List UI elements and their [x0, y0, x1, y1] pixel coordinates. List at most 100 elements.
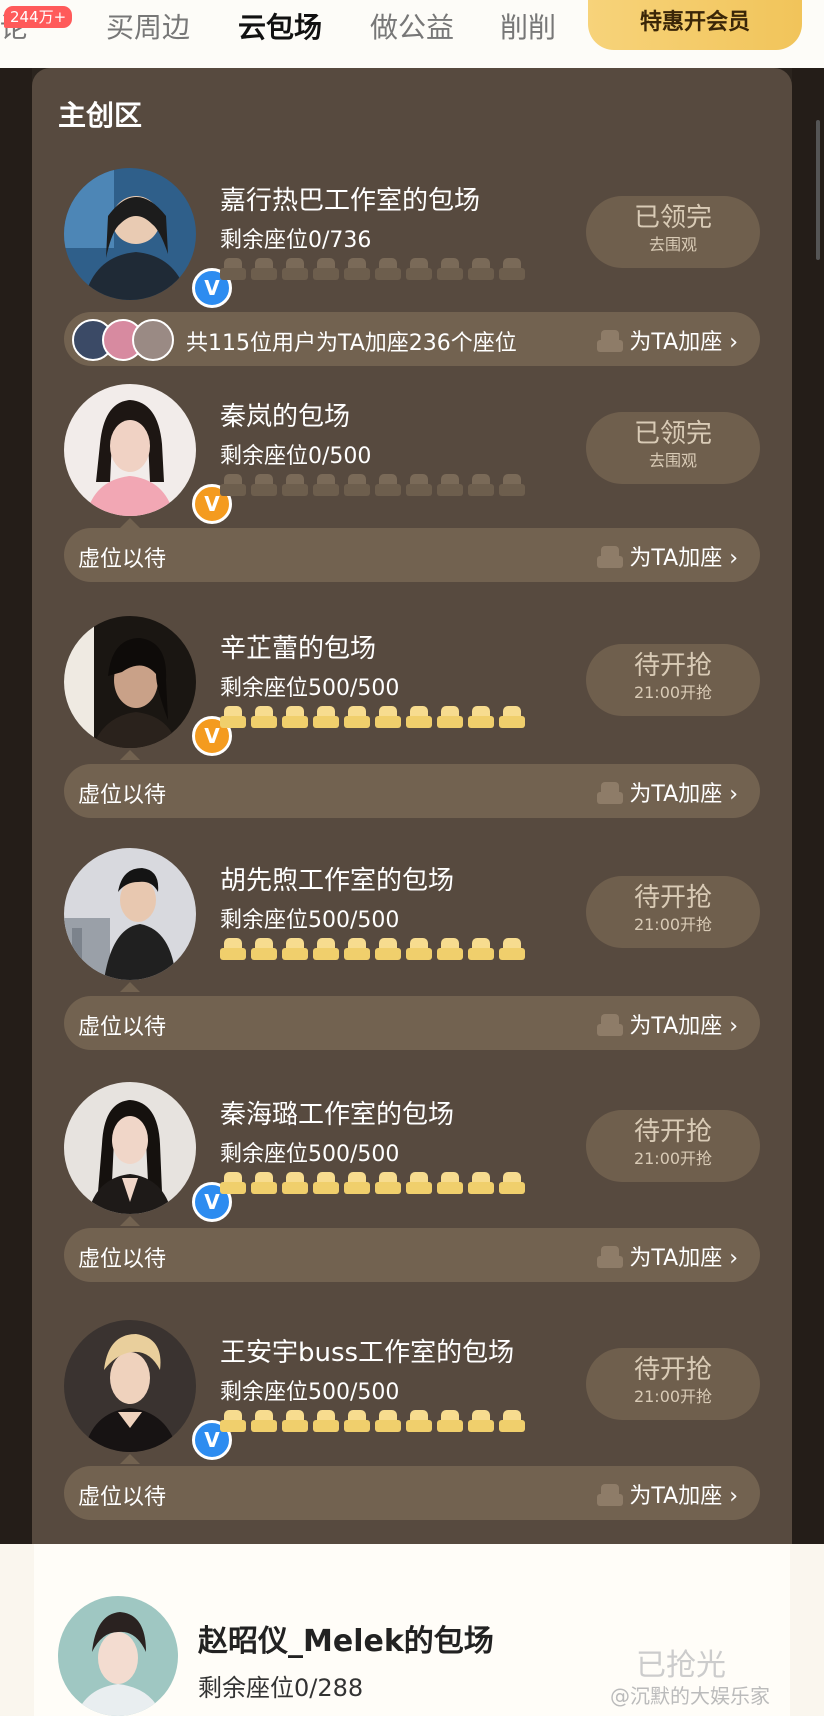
seat-icon — [375, 474, 401, 496]
seat-icon — [375, 938, 401, 960]
placeholder-text: 虚位以待 — [78, 783, 167, 808]
remaining-seats: 剩余座位500/500 — [220, 908, 400, 933]
seat-icon — [375, 706, 401, 728]
add-seat-bar[interactable]: 共115位用户为TA加座236个座位 为TA加座 › — [64, 312, 760, 366]
seat-icon — [344, 706, 370, 728]
seat-icon — [220, 1172, 246, 1194]
seat-icon — [344, 1172, 370, 1194]
seat-icon — [468, 258, 494, 280]
seat-icon — [468, 706, 494, 728]
seat-icon — [251, 474, 277, 496]
card-pointer — [120, 750, 140, 760]
seat-icon — [313, 1172, 339, 1194]
remaining-seats: 剩余座位500/500 — [220, 1380, 400, 1405]
tab-merch[interactable]: 买周边 — [106, 6, 190, 46]
seat-icon — [375, 258, 401, 280]
status-button[interactable]: 已领完 去围观 — [586, 412, 760, 484]
avatar[interactable] — [58, 1596, 178, 1716]
card-pointer — [120, 1216, 140, 1226]
screening-name: 秦岚的包场 — [220, 402, 351, 432]
sofa-icon — [597, 1484, 624, 1506]
screening-name: 王安宇buss工作室的包场 — [220, 1338, 515, 1368]
status-button[interactable]: 待开抢 21:00开抢 — [586, 876, 760, 948]
seat-icon — [344, 258, 370, 280]
sofa-icon — [597, 546, 624, 568]
seat-icon — [499, 258, 525, 280]
avatar-wrap — [64, 848, 196, 992]
seat-icon — [251, 706, 277, 728]
status-button[interactable]: 已抢光 — [636, 1640, 726, 1684]
avatar-wrap: V — [64, 1082, 232, 1226]
seat-icon — [437, 258, 463, 280]
seat-icon — [437, 474, 463, 496]
avatar-wrap: V — [64, 168, 232, 308]
seat-icon — [344, 938, 370, 960]
tab-cloud-screening[interactable]: 云包场 — [238, 6, 322, 46]
placeholder-text: 虚位以待 — [78, 1247, 167, 1272]
add-seat-link[interactable]: 为TA加座 › — [597, 776, 738, 808]
tab-comments[interactable]: 评论 244万+ — [0, 6, 73, 46]
avatar-wrap: V — [64, 1320, 232, 1464]
seat-icon — [220, 474, 246, 496]
status-button[interactable]: 待开抢 21:00开抢 — [586, 644, 760, 716]
vip-membership-button[interactable]: 特惠开会员 — [588, 0, 802, 50]
tab-charity[interactable]: 做公益 — [370, 6, 454, 46]
seat-icon — [375, 1410, 401, 1432]
seat-icon — [344, 474, 370, 496]
tab-more[interactable]: 削削 — [500, 6, 564, 46]
seat-icon — [251, 938, 277, 960]
avatar[interactable] — [64, 848, 196, 980]
supporter-summary: 共115位用户为TA加座236个座位 — [186, 331, 517, 356]
add-seat-bar[interactable]: 虚位以待 为TA加座 › — [64, 528, 760, 582]
add-seat-link[interactable]: 为TA加座 › — [597, 1008, 738, 1040]
screening-name: 嘉行热巴工作室的包场 — [220, 186, 481, 216]
seat-icon — [406, 1172, 432, 1194]
remaining-seats: 剩余座位0/288 — [198, 1674, 364, 1702]
sofa-icon — [597, 782, 624, 804]
seat-icon — [251, 258, 277, 280]
seat-icon — [437, 1172, 463, 1194]
remaining-seats: 剩余座位500/500 — [220, 1142, 400, 1167]
creators-panel: 主创区 V 嘉行热巴工作室的包场 剩余座位0/736 已领完 去围观 共115位… — [32, 68, 792, 1544]
add-seat-link[interactable]: 为TA加座 › — [597, 324, 738, 356]
remaining-seats: 剩余座位500/500 — [220, 676, 400, 701]
seat-icon — [375, 1172, 401, 1194]
remaining-seats: 剩余座位0/500 — [220, 444, 372, 469]
add-seat-bar[interactable]: 虚位以待 为TA加座 › — [64, 996, 760, 1050]
seat-icon — [499, 1172, 525, 1194]
seat-icon — [468, 1410, 494, 1432]
status-button[interactable]: 待开抢 21:00开抢 — [586, 1110, 760, 1182]
scrollbar[interactable] — [816, 120, 820, 260]
left-backdrop — [0, 68, 32, 1544]
placeholder-text: 虚位以待 — [78, 1015, 167, 1040]
card-pointer — [120, 518, 140, 528]
status-button[interactable]: 待开抢 21:00开抢 — [586, 1348, 760, 1420]
avatar[interactable] — [64, 384, 196, 516]
seat-icon — [468, 938, 494, 960]
seat-icon — [313, 706, 339, 728]
avatar[interactable] — [64, 616, 196, 748]
seat-icon — [220, 258, 246, 280]
remaining-seats: 剩余座位0/736 — [220, 228, 372, 253]
seat-icon — [437, 938, 463, 960]
status-button[interactable]: 已领完 去围观 — [586, 196, 760, 268]
avatar[interactable] — [64, 1320, 196, 1452]
add-seat-bar[interactable]: 虚位以待 为TA加座 › — [64, 1228, 760, 1282]
add-seat-link[interactable]: 为TA加座 › — [597, 1240, 738, 1272]
top-tab-bar: 评论 244万+ 买周边 云包场 做公益 削削 特惠开会员 — [0, 0, 824, 68]
avatar[interactable] — [64, 1082, 196, 1214]
seat-icon — [344, 1410, 370, 1432]
add-seat-bar[interactable]: 虚位以待 为TA加座 › — [64, 1466, 760, 1520]
add-seat-link[interactable]: 为TA加座 › — [597, 1478, 738, 1510]
add-seat-bar[interactable]: 虚位以待 为TA加座 › — [64, 764, 760, 818]
avatar-wrap: V — [64, 616, 232, 760]
avatar[interactable] — [64, 168, 196, 300]
avatar-wrap: V — [64, 384, 232, 528]
comment-count-badge: 244万+ — [4, 6, 73, 28]
seat-icon — [251, 1410, 277, 1432]
supporter-avatar — [132, 319, 174, 361]
add-seat-link[interactable]: 为TA加座 › — [597, 540, 738, 572]
seat-icon — [499, 706, 525, 728]
placeholder-text: 虚位以待 — [78, 1485, 167, 1510]
seat-icon — [282, 474, 308, 496]
